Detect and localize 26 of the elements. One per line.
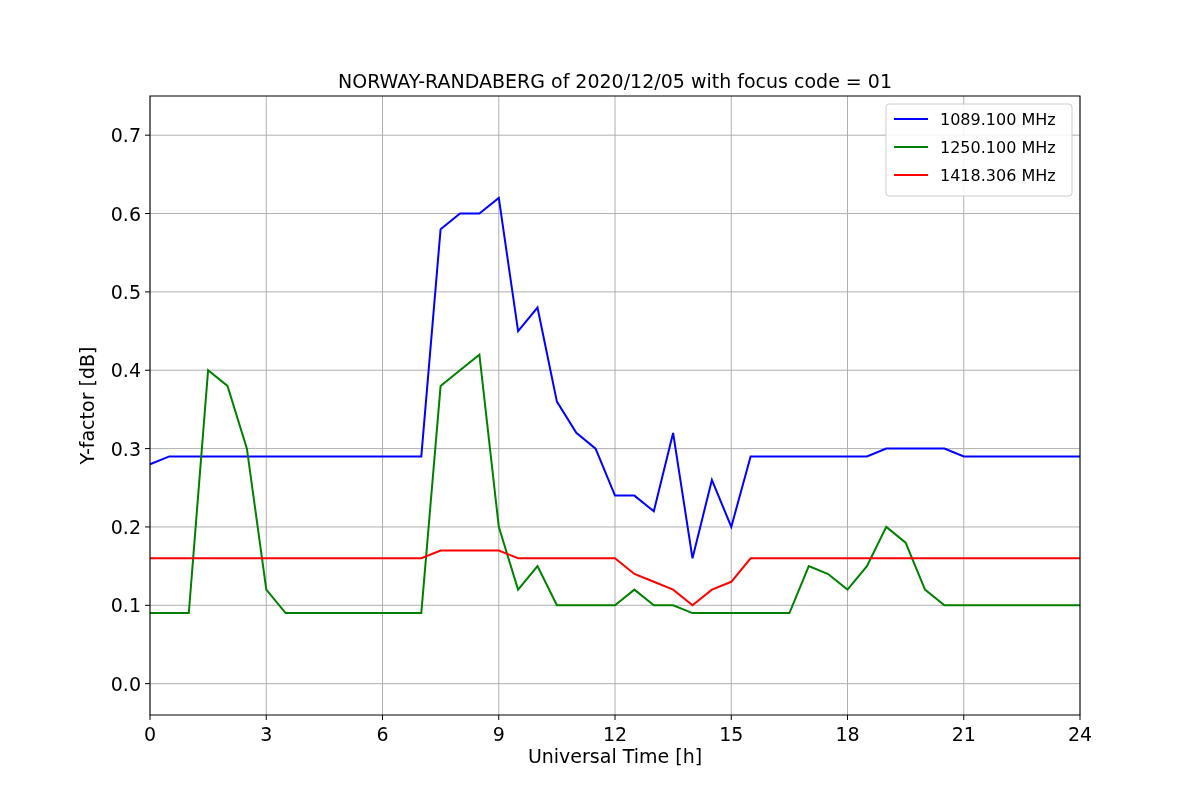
- x-tick-label: 12: [602, 723, 628, 745]
- x-tick-label: 0: [143, 723, 157, 745]
- y-axis-label: Y-factor [dB]: [76, 346, 98, 465]
- y-tick-label: 0.4: [110, 359, 141, 382]
- y-tick-label: 0.2: [110, 515, 141, 538]
- x-tick-label: 3: [260, 723, 273, 745]
- x-tick-label: 24: [1067, 723, 1093, 745]
- legend-line-icon: [893, 118, 929, 120]
- x-tick-label: 9: [492, 723, 505, 745]
- y-tick-label: 0.5: [110, 280, 141, 303]
- x-axis-label: Universal Time [h]: [527, 745, 703, 767]
- legend-label: 1089.100 MHz: [940, 110, 1056, 129]
- y-tick-label: 0.3: [110, 437, 141, 460]
- x-tick-label: 15: [719, 723, 744, 745]
- y-tick-label: 0.6: [110, 202, 141, 225]
- x-tick-label: 21: [951, 723, 976, 745]
- legend-label: 1250.100 MHz: [940, 138, 1056, 157]
- legend-line-icon: [893, 174, 929, 176]
- chart-title: NORWAY-RANDABERG of 2020/12/05 with focus code = 01: [338, 70, 892, 92]
- legend-label: 1418.306 MHz: [940, 166, 1056, 185]
- y-tick-label: 0.1: [110, 594, 141, 617]
- x-tick-label: 6: [376, 723, 389, 745]
- y-tick-label: 0.0: [110, 672, 141, 695]
- x-tick-label: 18: [835, 723, 860, 745]
- y-tick-label: 0.7: [110, 124, 141, 147]
- legend-line-icon: [893, 146, 929, 148]
